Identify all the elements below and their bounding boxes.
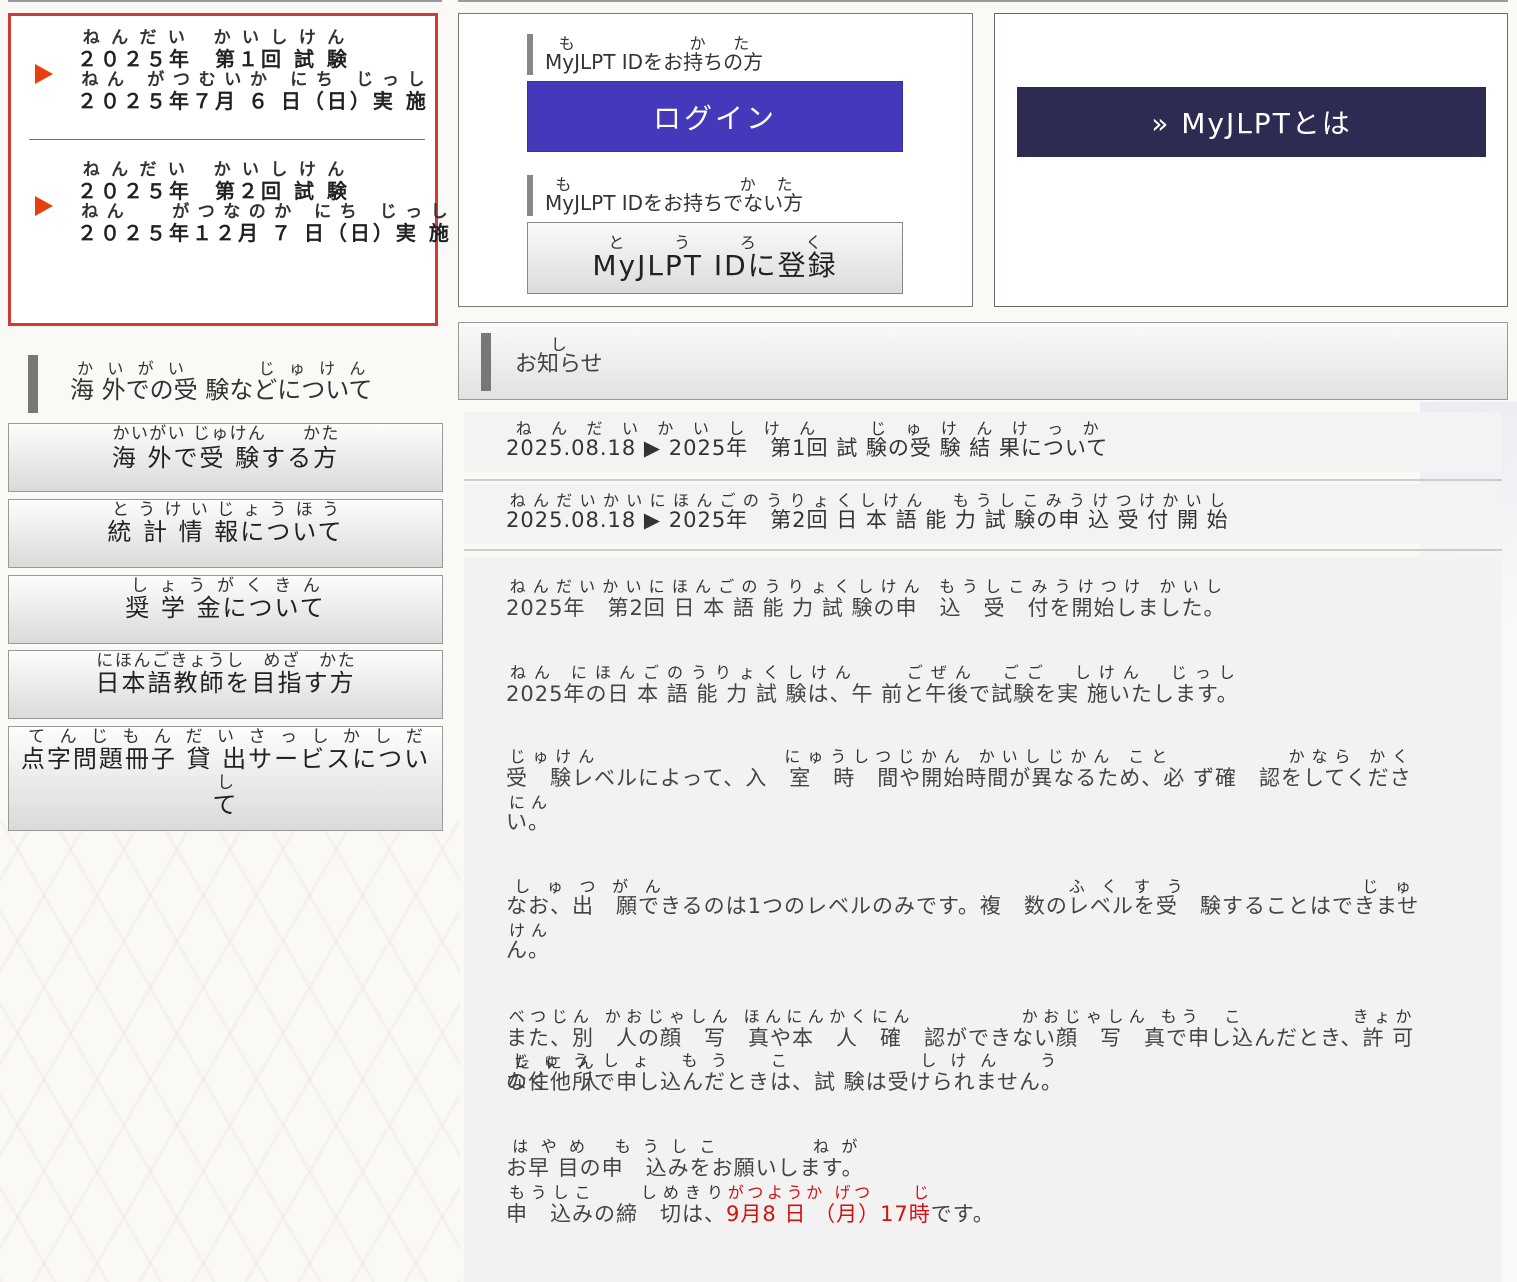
side-menu-braille-lending[interactable]: 点字問題冊子 貸 出サービスについててんじもんだいさっしかしだし: [8, 726, 443, 831]
arrow-right-icon: [35, 64, 53, 84]
register-button[interactable]: MyJLPT IDに登録とうろく: [527, 222, 903, 294]
notice-item[interactable]: 2025.08.18 ▶ 2025年 第1回 試 験の受 験 結 果についてねん…: [464, 412, 1502, 472]
deadline-paragraph: 申 込みの締 切は、もうしこ しめきり9月8 日 （月）17時がつようか げつ …: [506, 1183, 995, 1226]
login-button[interactable]: ログイン: [527, 81, 903, 152]
detail-paragraph: 2025年の日 本 語 能 力 試 験は、午 前と午後で試験を実 施いたします。…: [506, 663, 1239, 706]
side-menu-japanese-teacher[interactable]: 日本語教師を目指す方にほんごきょうし めざ かた: [8, 650, 443, 719]
exam-title-link[interactable]: ２０２５年 第２回 試 験ねんだい かいしけん: [77, 160, 350, 204]
arrow-right-icon: [35, 196, 53, 216]
about-box: » MyJLPTとは: [994, 13, 1508, 307]
overseas-heading: 海 外での受 験などについてかいがい じゅけん: [28, 355, 373, 413]
heading-bar: [481, 333, 491, 391]
exam-title-link[interactable]: ２０２５年 第１回 試 験ねんだい かいしけん: [77, 28, 350, 72]
have-id-label: MyJLPT IDをお持ちの方も かた: [527, 34, 763, 75]
top-border: [8, 0, 442, 2]
divider: [29, 139, 425, 140]
exam-schedule-box: ２０２５年 第１回 試 験ねんだい かいしけん ２０２５年７月 ６ 日（日）実 …: [8, 13, 452, 326]
myjlpt-login-box: MyJLPT IDをお持ちの方も かた ログイン MyJLPT IDをお持ちでな…: [458, 13, 973, 307]
notice-item[interactable]: 2025.08.18 ▶ 2025年 第2回 日 本 語 能 力 試 験の申 込…: [464, 484, 1502, 544]
notice-detail: 2025年 第2回 日 本 語 能 力 試 験の申 込 受 付を開始しました。ね…: [464, 557, 1502, 1282]
detail-paragraph: の住 所で申し込んだときは、試 験は受けられません。じゅうしょ もう こ しけん…: [506, 1051, 1064, 1094]
notices-title: お知らせし: [515, 335, 603, 377]
detail-paragraph: なお、出 願できるのは1つのレベルのみです。複 数のレベルを受 験することはでき…: [506, 877, 1420, 962]
exam-date-link[interactable]: ２０２５年７月 ６ 日（日）実 施ねん がつむいか にち じっし: [77, 70, 429, 114]
about-myjlpt-button[interactable]: » MyJLPTとは: [1017, 87, 1486, 157]
notices-header: お知らせし: [458, 322, 1508, 400]
exam-date-link[interactable]: ２０２５年１２月 ７ 日（日）実 施ねん がつなのか にち じっし: [77, 202, 452, 246]
no-id-label: MyJLPT IDをお持ちでない方も かた: [527, 175, 803, 216]
divider: [464, 479, 1502, 481]
background-pattern: [0, 820, 460, 1282]
detail-paragraph: 受 験レベルによって、入 室 時 間や開始時間が異なるため、必 ず確 認をしてく…: [506, 747, 1412, 834]
side-menu-scholarship[interactable]: 奨 学 金についてしょうがくきん: [8, 575, 443, 644]
deadline-date: 9月8 日 （月）17時がつようか げつ じ: [726, 1183, 931, 1226]
side-menu-overseas-exam[interactable]: 海 外で受 験する方かいがい じゅけん かた: [8, 423, 443, 492]
divider: [464, 549, 1502, 551]
top-border: [458, 0, 1508, 2]
side-menu-statistics[interactable]: 統 計 情 報についてとうけいじょうほう: [8, 499, 443, 568]
detail-paragraph: 2025年 第2回 日 本 語 能 力 試 験の申 込 受 付を開始しました。ね…: [506, 577, 1226, 620]
